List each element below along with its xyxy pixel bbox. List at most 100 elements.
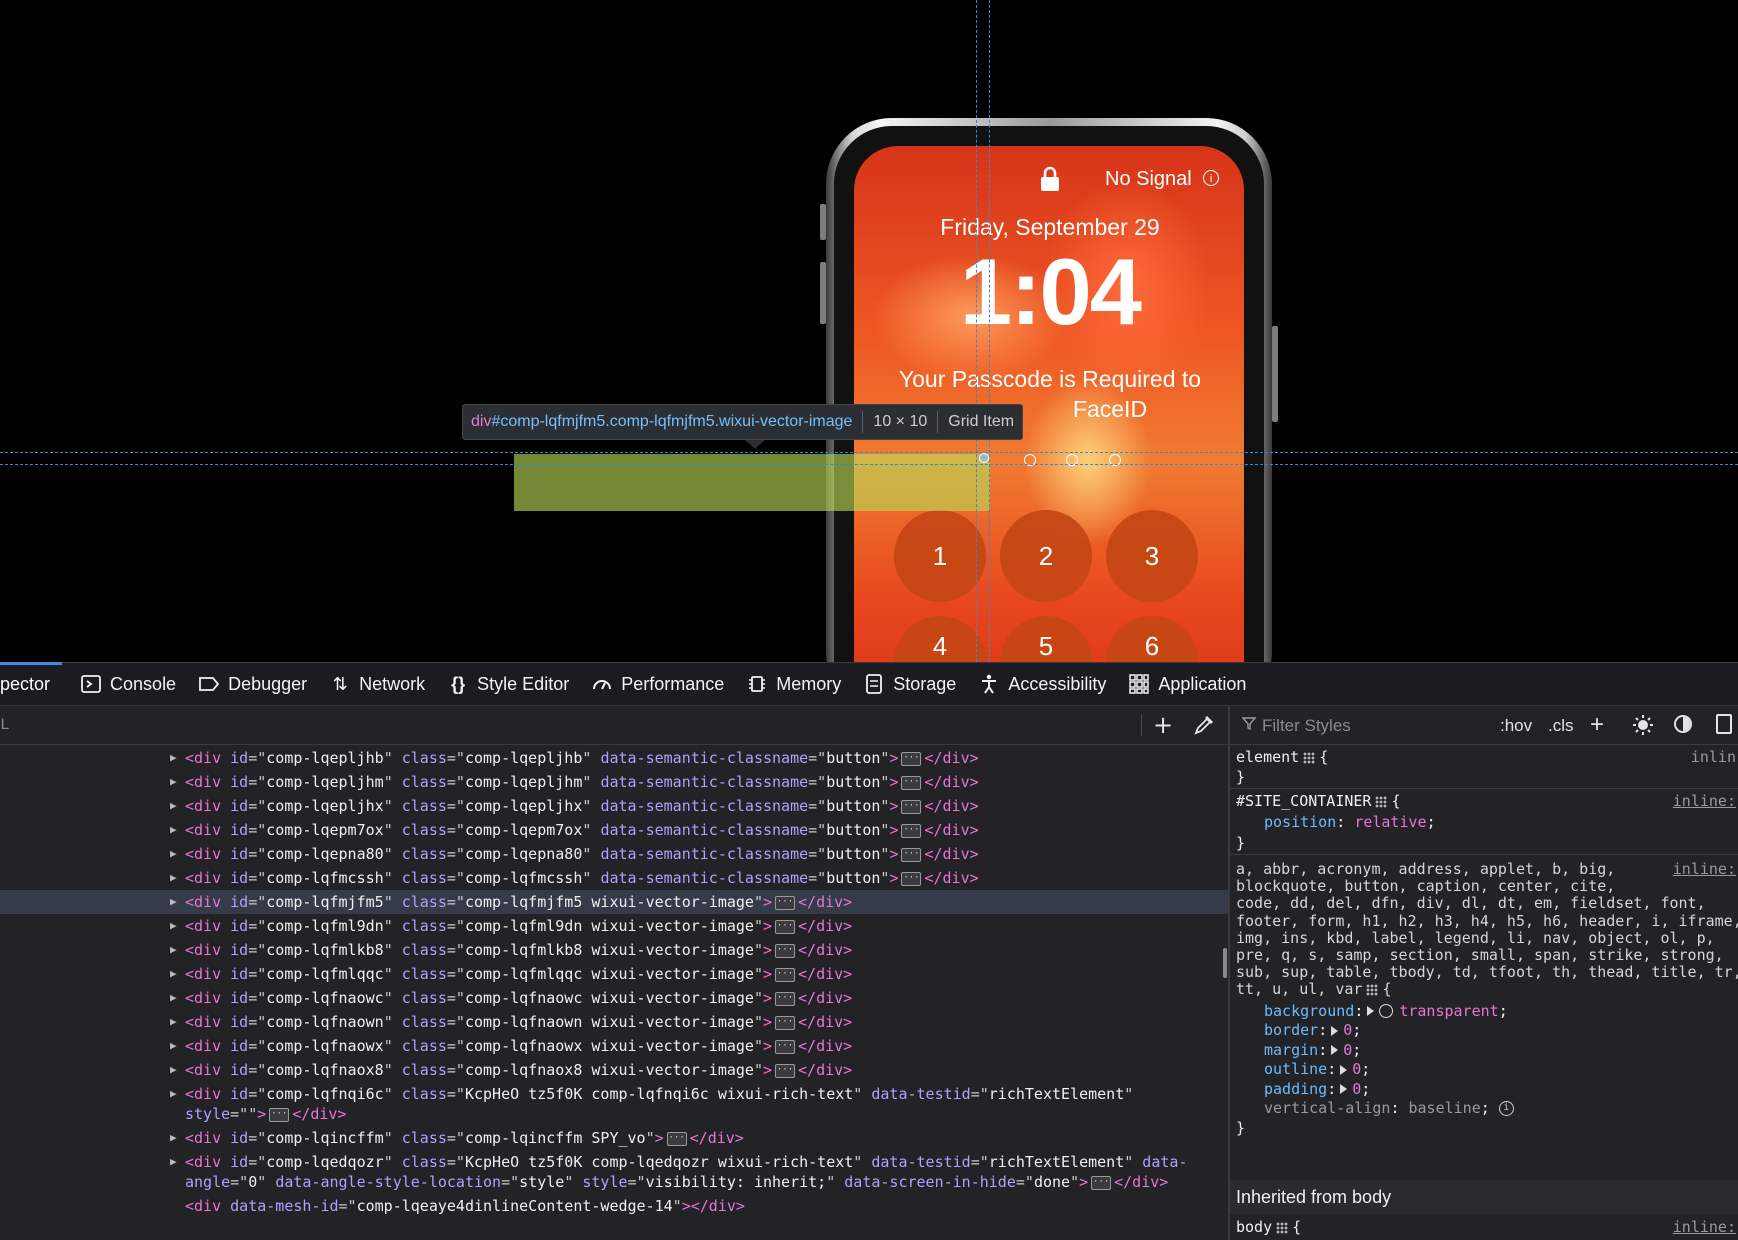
keypad-key-2[interactable]: 2 xyxy=(1000,510,1092,602)
declaration[interactable]: vertical-align: baseline; i xyxy=(1264,1099,1514,1117)
tab-storage[interactable]: Storage xyxy=(853,663,968,705)
expand-twisty-icon[interactable]: ▶ xyxy=(170,1082,177,1106)
rule-source[interactable]: inline: xyxy=(1673,1218,1736,1236)
rule-source[interactable]: inline: xyxy=(1673,860,1736,878)
dark-mode-icon[interactable] xyxy=(1674,715,1692,733)
expand-arrow-icon[interactable] xyxy=(1331,1045,1339,1056)
guide-line-horizontal xyxy=(0,464,1738,465)
declaration[interactable]: outline: 0; xyxy=(1264,1060,1370,1078)
expand-arrow-icon[interactable] xyxy=(1340,1064,1348,1075)
tab-label: pector xyxy=(0,673,51,694)
tab-memory[interactable]: Memory xyxy=(736,663,853,705)
declaration[interactable]: background: transparent; xyxy=(1264,1002,1508,1020)
markup-node-row[interactable]: ▶ <div id="comp-lqfnaowc" class="comp-lqf… xyxy=(0,986,1228,1010)
markup-search-input[interactable]: L xyxy=(0,716,10,734)
node-markup-continued: angle="0" data-angle-style-location="sty… xyxy=(185,1173,1169,1191)
markup-node-row[interactable]: ▶ <div id="comp-lqepm7ox" class="comp-lqe… xyxy=(0,818,1228,842)
color-swatch-icon[interactable] xyxy=(1379,1004,1394,1019)
expand-twisty-icon[interactable]: ▶ xyxy=(170,890,177,914)
rule-source[interactable]: inlin xyxy=(1691,748,1736,766)
tab-style-editor[interactable]: {} Style Editor xyxy=(437,663,581,705)
info-icon: i xyxy=(1203,170,1219,186)
tab-debugger[interactable]: Debugger xyxy=(188,663,319,705)
lock-time: 1:04 xyxy=(959,239,1142,344)
tab-console[interactable]: Console xyxy=(70,663,188,705)
cls-toggle[interactable]: .cls xyxy=(1548,716,1574,736)
expand-twisty-icon[interactable]: ▶ xyxy=(170,842,177,866)
expand-twisty-icon[interactable]: ▶ xyxy=(170,746,177,770)
expand-twisty-icon[interactable]: ▶ xyxy=(170,818,177,842)
markup-node-row[interactable]: ▶ <div id="comp-lqincffm" class="comp-lqi… xyxy=(0,1126,1228,1150)
tab-inspector[interactable]: pector xyxy=(0,662,63,705)
print-media-icon[interactable] xyxy=(1716,714,1732,734)
expand-twisty-icon[interactable]: ▶ xyxy=(170,1010,177,1034)
expand-twisty-icon[interactable]: ▶ xyxy=(170,794,177,818)
filter-styles-input[interactable]: Filter Styles xyxy=(1262,716,1351,736)
markup-node-row[interactable]: ▶ <div id="comp-lqepljhx" class="comp-lqe… xyxy=(0,794,1228,818)
expand-arrow-icon[interactable] xyxy=(1340,1084,1348,1095)
guide-line-vertical xyxy=(976,0,977,662)
markup-node-row[interactable]: ▶ <div id="comp-lqfnaowx" class="comp-lqf… xyxy=(0,1034,1228,1058)
grid-highlighter-icon[interactable] xyxy=(1375,795,1388,808)
markup-node-row[interactable]: ▶ <div id="comp-lqfnqi6c" class="KcpHeO t… xyxy=(0,1082,1228,1126)
expand-twisty-icon[interactable]: ▶ xyxy=(170,938,177,962)
rule-selector-line: tt, u, ul, var{ xyxy=(1236,980,1392,999)
declaration[interactable]: border: 0; xyxy=(1264,1021,1361,1039)
tab-label: Performance xyxy=(621,673,725,694)
hov-toggle[interactable]: :hov xyxy=(1500,716,1532,736)
expand-twisty-icon[interactable]: ▶ xyxy=(170,1126,177,1150)
markup-search-bar: L + xyxy=(0,706,1228,745)
markup-node-row[interactable]: ▶ <div id="comp-lqfmlkb8" class="comp-lqf… xyxy=(0,938,1228,962)
eyedropper-icon[interactable] xyxy=(1192,713,1216,737)
declaration[interactable]: position: relative; xyxy=(1264,813,1436,831)
node-markup: <div id="comp-lqfmjfm5" class="comp-lqfm… xyxy=(185,893,853,911)
markup-node-row[interactable]: ▶ <div id="comp-lqfml9dn" class="comp-lqf… xyxy=(0,914,1228,938)
expand-twisty-icon[interactable]: ▶ xyxy=(170,866,177,890)
grid-highlighter-icon[interactable] xyxy=(1276,1221,1289,1234)
keypad-key-3[interactable]: 3 xyxy=(1106,510,1198,602)
guide-line-horizontal xyxy=(0,452,1738,453)
rule-selector-line: img, ins, kbd, label, legend, li, nav, o… xyxy=(1236,928,1715,947)
declaration[interactable]: padding: 0; xyxy=(1264,1080,1370,1098)
add-node-button[interactable]: + xyxy=(1150,712,1176,738)
markup-node-row[interactable]: ▶ <div id="comp-lqfmjfm5" class="comp-lqf… xyxy=(0,890,1228,914)
expand-twisty-icon[interactable]: ▶ xyxy=(170,770,177,794)
expand-twisty-icon[interactable]: ▶ xyxy=(170,914,177,938)
expand-twisty-icon[interactable]: ▶ xyxy=(170,1058,177,1082)
expand-arrow-icon[interactable] xyxy=(1331,1025,1339,1036)
highlighted-element-dot xyxy=(979,453,989,463)
markup-node-row[interactable]: ▶ <div id="comp-lqfmlqqc" class="comp-lqf… xyxy=(0,962,1228,986)
declaration[interactable]: margin: 0; xyxy=(1264,1041,1361,1059)
expand-twisty-icon[interactable]: ▶ xyxy=(170,1150,177,1174)
markup-node-row[interactable]: ▶ <div id="comp-lqfnaown" class="comp-lqf… xyxy=(0,1010,1228,1034)
keypad-key-1[interactable]: 1 xyxy=(894,510,986,602)
expand-twisty-icon[interactable]: ▶ xyxy=(170,962,177,986)
markup-node-row[interactable]: ▶ <div id="comp-lqfmcssh" class="comp-lqf… xyxy=(0,866,1228,890)
rule-source[interactable]: inline: xyxy=(1673,792,1736,810)
debugger-icon xyxy=(198,673,220,695)
tab-application[interactable]: Application xyxy=(1118,663,1258,705)
node-markup: <div id="comp-lqepljhm" class="comp-lqep… xyxy=(185,773,979,791)
node-markup: <div data-mesh-id="comp-lqeaye4dinlineCo… xyxy=(185,1197,745,1215)
grid-highlighter-icon[interactable] xyxy=(1366,983,1379,996)
expand-twisty-icon[interactable]: ▶ xyxy=(170,986,177,1010)
expand-arrow-icon[interactable] xyxy=(1367,1006,1375,1017)
markup-node-row[interactable]: ▶ <div id="comp-lqepljhb" class="comp-lqe… xyxy=(0,746,1228,770)
markup-node-row[interactable]: <div data-mesh-id="comp-lqeaye4dinlineCo… xyxy=(0,1194,1228,1218)
markup-node-row[interactable]: ▶ <div id="comp-lqepna80" class="comp-lqe… xyxy=(0,842,1228,866)
markup-node-row[interactable]: ▶ <div id="comp-lqedqozr" class="KcpHeO t… xyxy=(0,1150,1228,1194)
tab-performance[interactable]: Performance xyxy=(581,663,736,705)
add-rule-button[interactable]: + xyxy=(1590,711,1604,739)
highlighter-infobar: div #comp-lqfmjfm5.comp-lqfmjfm5.wixui-ve… xyxy=(462,404,1024,440)
info-icon[interactable]: i xyxy=(1498,1101,1514,1117)
splitter-grip[interactable] xyxy=(1223,948,1227,978)
page-viewport[interactable]: No Signal i Friday, September 29 1:04 Yo… xyxy=(0,0,1738,662)
tab-accessibility[interactable]: Accessibility xyxy=(968,663,1118,705)
light-mode-icon[interactable] xyxy=(1632,714,1654,736)
tab-network[interactable]: ⇅ Network xyxy=(319,663,437,705)
expand-twisty-icon[interactable]: ▶ xyxy=(170,1034,177,1058)
rule-selector: #SITE_CONTAINER{ xyxy=(1236,792,1401,810)
markup-node-row[interactable]: ▶ <div id="comp-lqfnaox8" class="comp-lqf… xyxy=(0,1058,1228,1082)
markup-node-row[interactable]: ▶ <div id="comp-lqepljhm" class="comp-lqe… xyxy=(0,770,1228,794)
grid-highlighter-icon[interactable] xyxy=(1303,751,1316,764)
